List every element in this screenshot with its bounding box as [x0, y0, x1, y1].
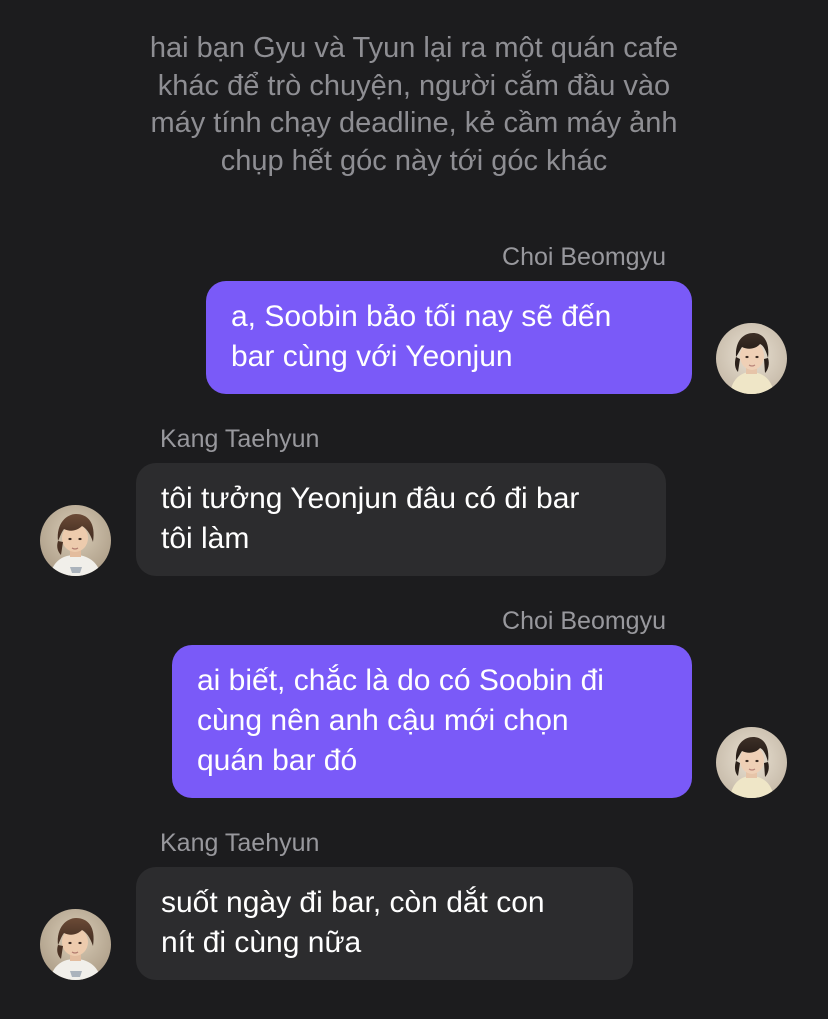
narration-line: máy tính chạy deadline, kẻ cầm máy ảnh: [150, 107, 678, 139]
message-bubble-outgoing[interactable]: a, Soobin bảo tối nay sẽ đến bar cùng vớ…: [206, 281, 692, 394]
narration-line: chụp hết góc này tới góc khác: [220, 144, 608, 177]
narration-line: hai bạn Gyu và Tyun lại ra một quán cafe: [149, 32, 679, 64]
message-text-line: ai biết, chắc là do có Soobin đi: [197, 664, 604, 697]
message-text-line: bar cùng với Yeonjun: [231, 340, 513, 373]
message-text-line: tôi tưởng Yeonjun đâu có đi bar: [161, 482, 580, 515]
sender-name-taehyun: Kang Taehyun: [160, 425, 320, 453]
message-text-line: quán bar đó: [197, 744, 358, 777]
sender-name-taehyun: Kang Taehyun: [160, 829, 320, 857]
message-text-line: a, Soobin bảo tối nay sẽ đến: [231, 300, 612, 333]
message-bubble-outgoing[interactable]: ai biết, chắc là do có Soobin đi cùng nê…: [172, 645, 692, 798]
sender-name-beomgyu: Choi Beomgyu: [502, 243, 666, 271]
taehyun-avatar[interactable]: [40, 505, 111, 576]
message-bubble-incoming[interactable]: suốt ngày đi bar, còn dắt con nít đi cùn…: [136, 867, 633, 980]
narration-line: khác để trò chuyện, người cắm đầu vào: [157, 69, 671, 102]
narration-text: hai bạn Gyu và Tyun lại ra một quán cafe…: [90, 30, 738, 180]
message-text-line: suốt ngày đi bar, còn dắt con: [161, 886, 545, 919]
message-text-line: cùng nên anh cậu mới chọn: [197, 704, 569, 737]
beomgyu-avatar[interactable]: [716, 727, 787, 798]
message-bubble-incoming[interactable]: tôi tưởng Yeonjun đâu có đi bar tôi làm: [136, 463, 666, 576]
sender-name-beomgyu: Choi Beomgyu: [502, 607, 666, 635]
taehyun-avatar[interactable]: [40, 909, 111, 980]
message-text-line: nít đi cùng nữa: [161, 926, 362, 959]
chat-view: hai bạn Gyu và Tyun lại ra một quán cafe…: [0, 0, 828, 1019]
beomgyu-avatar[interactable]: [716, 323, 787, 394]
message-text-line: tôi làm: [161, 522, 250, 555]
